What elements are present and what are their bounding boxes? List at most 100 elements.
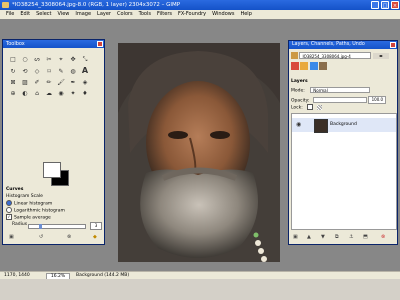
paintbrush-tool-icon[interactable]: ✏ xyxy=(44,78,54,87)
paths-tab-icon[interactable] xyxy=(309,62,318,70)
ink-tool-icon[interactable]: ✒ xyxy=(68,78,78,87)
restore-options-icon[interactable]: ↺ xyxy=(39,234,45,240)
free-select-tool-icon[interactable]: ᔕ xyxy=(32,55,42,64)
anchor-layer-icon[interactable]: ⚓ xyxy=(349,234,353,240)
radius-slider[interactable] xyxy=(28,224,86,229)
mode-select[interactable]: Normal xyxy=(310,87,371,93)
opacity-spinner[interactable]: 100.0 xyxy=(368,96,387,104)
move-tool-icon[interactable]: ✥ xyxy=(68,55,78,64)
heal-tool-icon[interactable]: ⊕ xyxy=(8,89,18,98)
layer-thumbnail xyxy=(314,119,328,133)
fuzzy-select-tool-icon[interactable]: ⌖ xyxy=(56,55,66,64)
channels-tab-icon[interactable] xyxy=(300,62,309,70)
menu-image[interactable]: Image xyxy=(75,11,91,17)
menu-fx-foundry[interactable]: FX-Foundry xyxy=(178,11,206,17)
toolbox-bottom-bar: ▣ ↺ ⊗ ◆ xyxy=(7,234,102,241)
menu-filters[interactable]: Filters xyxy=(157,11,172,17)
sample-average-checkbox-icon[interactable]: ✓ xyxy=(6,214,12,220)
menu-layer[interactable]: Layer xyxy=(97,11,111,17)
airbrush-tool-icon[interactable]: 🖌 xyxy=(56,78,66,87)
zoom-tool-icon[interactable]: ♦ xyxy=(80,89,90,98)
layers-dock-close-icon[interactable] xyxy=(390,42,396,48)
ellipse-select-tool-icon[interactable]: ○ xyxy=(20,55,30,64)
menu-view[interactable]: View xyxy=(58,11,70,17)
maximize-icon[interactable]: □ xyxy=(381,1,389,9)
dodge-burn-tool-icon[interactable]: ◐ xyxy=(20,89,30,98)
tool-grid: □ ○ ᔕ ✂ ⌖ ✥ ⤡ ↻ ⟲ ◇ ⌑ ✎ ◍ A ⊠ ▨ ✐ ✏ 🖌 ✒ ◈ ⊕ ◐ ⌂ ☁ ◉ ✦ ♦ xyxy=(7,54,103,99)
reset-options-icon[interactable]: ◆ xyxy=(93,234,99,240)
portrait-photo xyxy=(118,43,280,262)
menu-windows[interactable]: Windows xyxy=(212,11,234,17)
visibility-eye-icon[interactable]: ◉ xyxy=(296,121,301,128)
close-icon[interactable]: × xyxy=(391,1,399,9)
layers-dock: Layers, Channels, Paths, Undo IO38254_33… xyxy=(288,40,398,245)
merge-layer-icon[interactable]: ⬒ xyxy=(363,234,368,240)
flip-tool-icon[interactable]: ⟲ xyxy=(20,67,30,76)
blend-tool-icon[interactable]: ▨ xyxy=(20,78,30,87)
image-thumb-icon xyxy=(291,52,298,59)
rect-select-tool-icon[interactable]: □ xyxy=(8,55,18,64)
pencil-tool-icon[interactable]: ✐ xyxy=(32,78,42,87)
perspective-tool-icon[interactable]: ◇ xyxy=(32,67,42,76)
text-tool-icon[interactable]: A xyxy=(80,66,90,75)
foreground-color-swatch[interactable] xyxy=(43,162,61,178)
duplicate-layer-icon[interactable]: ⧉ xyxy=(335,234,339,240)
window-title: *IO38254_3308064.jpg-8.0 (RGB, 1 layer) … xyxy=(12,2,181,8)
radius-slider-knob[interactable] xyxy=(39,224,42,229)
log-histogram-option[interactable]: Logarithmic histogram xyxy=(6,207,102,214)
mode-label: Mode: xyxy=(291,88,305,94)
eraser-tool-icon[interactable]: ◉ xyxy=(56,89,66,98)
layer-name: Background xyxy=(330,122,357,127)
lock-row: Lock: xyxy=(291,104,395,111)
save-options-icon[interactable]: ▣ xyxy=(9,234,15,240)
blur-tool-icon[interactable]: ☁ xyxy=(44,89,54,98)
menu-tools[interactable]: Tools xyxy=(139,11,151,17)
menu-file[interactable]: File xyxy=(6,11,14,17)
linear-radio-icon[interactable] xyxy=(6,200,12,206)
dock-tabs xyxy=(291,62,395,72)
sample-average-option[interactable]: ✓ Sample average xyxy=(6,214,102,221)
undo-tab-icon[interactable] xyxy=(319,62,328,70)
crop-tool-icon[interactable]: ⌑ xyxy=(44,67,54,76)
mode-row: Mode: Normal xyxy=(291,87,395,94)
lower-layer-icon[interactable]: ▼ xyxy=(321,234,325,240)
lock-pixels-checkbox-icon[interactable] xyxy=(307,104,314,110)
layers-footer: ▣ ▲ ▼ ⧉ ⚓ ⬒ ⊗ xyxy=(291,234,395,241)
delete-options-icon[interactable]: ⊗ xyxy=(67,234,73,240)
color-picker-tool-icon[interactable]: ◍ xyxy=(68,67,78,76)
window-titlebar: *IO38254_3308064.jpg-8.0 (RGB, 1 layer) … xyxy=(0,0,400,10)
raise-layer-icon[interactable]: ▲ xyxy=(307,234,311,240)
scale-tool-icon[interactable]: ⤡ xyxy=(80,55,90,64)
delete-layer-icon[interactable]: ⊗ xyxy=(381,234,385,240)
scissors-tool-icon[interactable]: ✂ xyxy=(44,55,54,64)
smudge-tool-icon[interactable]: ⌂ xyxy=(32,89,42,98)
toolbox-close-icon[interactable] xyxy=(97,41,103,47)
measure-tool-icon[interactable]: ✦ xyxy=(68,89,78,98)
layer-row[interactable]: ◉ Background xyxy=(292,118,396,133)
image-canvas[interactable] xyxy=(118,43,280,262)
tool-options-title: Curves xyxy=(6,187,24,192)
rotate-tool-icon[interactable]: ↻ xyxy=(8,67,18,76)
menu-edit[interactable]: Edit xyxy=(20,11,30,17)
histogram-scale-label: Histogram Scale xyxy=(6,194,43,199)
taskbar-area xyxy=(0,279,400,300)
bucket-fill-tool-icon[interactable]: ⊠ xyxy=(8,78,18,87)
menu-select[interactable]: Select xyxy=(36,11,51,17)
image-select[interactable]: IO38254_3308064.jpg-4 xyxy=(299,52,372,59)
opacity-slider[interactable] xyxy=(312,97,367,103)
layers-list: ◉ Background xyxy=(291,113,397,230)
new-layer-icon[interactable]: ▣ xyxy=(293,234,298,240)
lock-alpha-icon[interactable] xyxy=(316,104,322,110)
paths-tool-icon[interactable]: ✎ xyxy=(56,67,66,76)
color-swatches xyxy=(43,162,69,186)
minimize-icon[interactable]: _ xyxy=(371,1,379,9)
layers-tab-icon[interactable] xyxy=(291,62,299,70)
clone-tool-icon[interactable]: ◈ xyxy=(80,78,90,87)
auto-button[interactable]: ◂▸ xyxy=(372,52,389,59)
toolbox-title: Toolbox xyxy=(6,41,25,47)
log-radio-icon[interactable] xyxy=(6,207,12,213)
radius-spinner[interactable]: 3 xyxy=(90,222,102,230)
linear-histogram-option[interactable]: Linear histogram xyxy=(6,200,102,207)
menu-colors[interactable]: Colors xyxy=(117,11,133,17)
menu-help[interactable]: Help xyxy=(240,11,251,17)
